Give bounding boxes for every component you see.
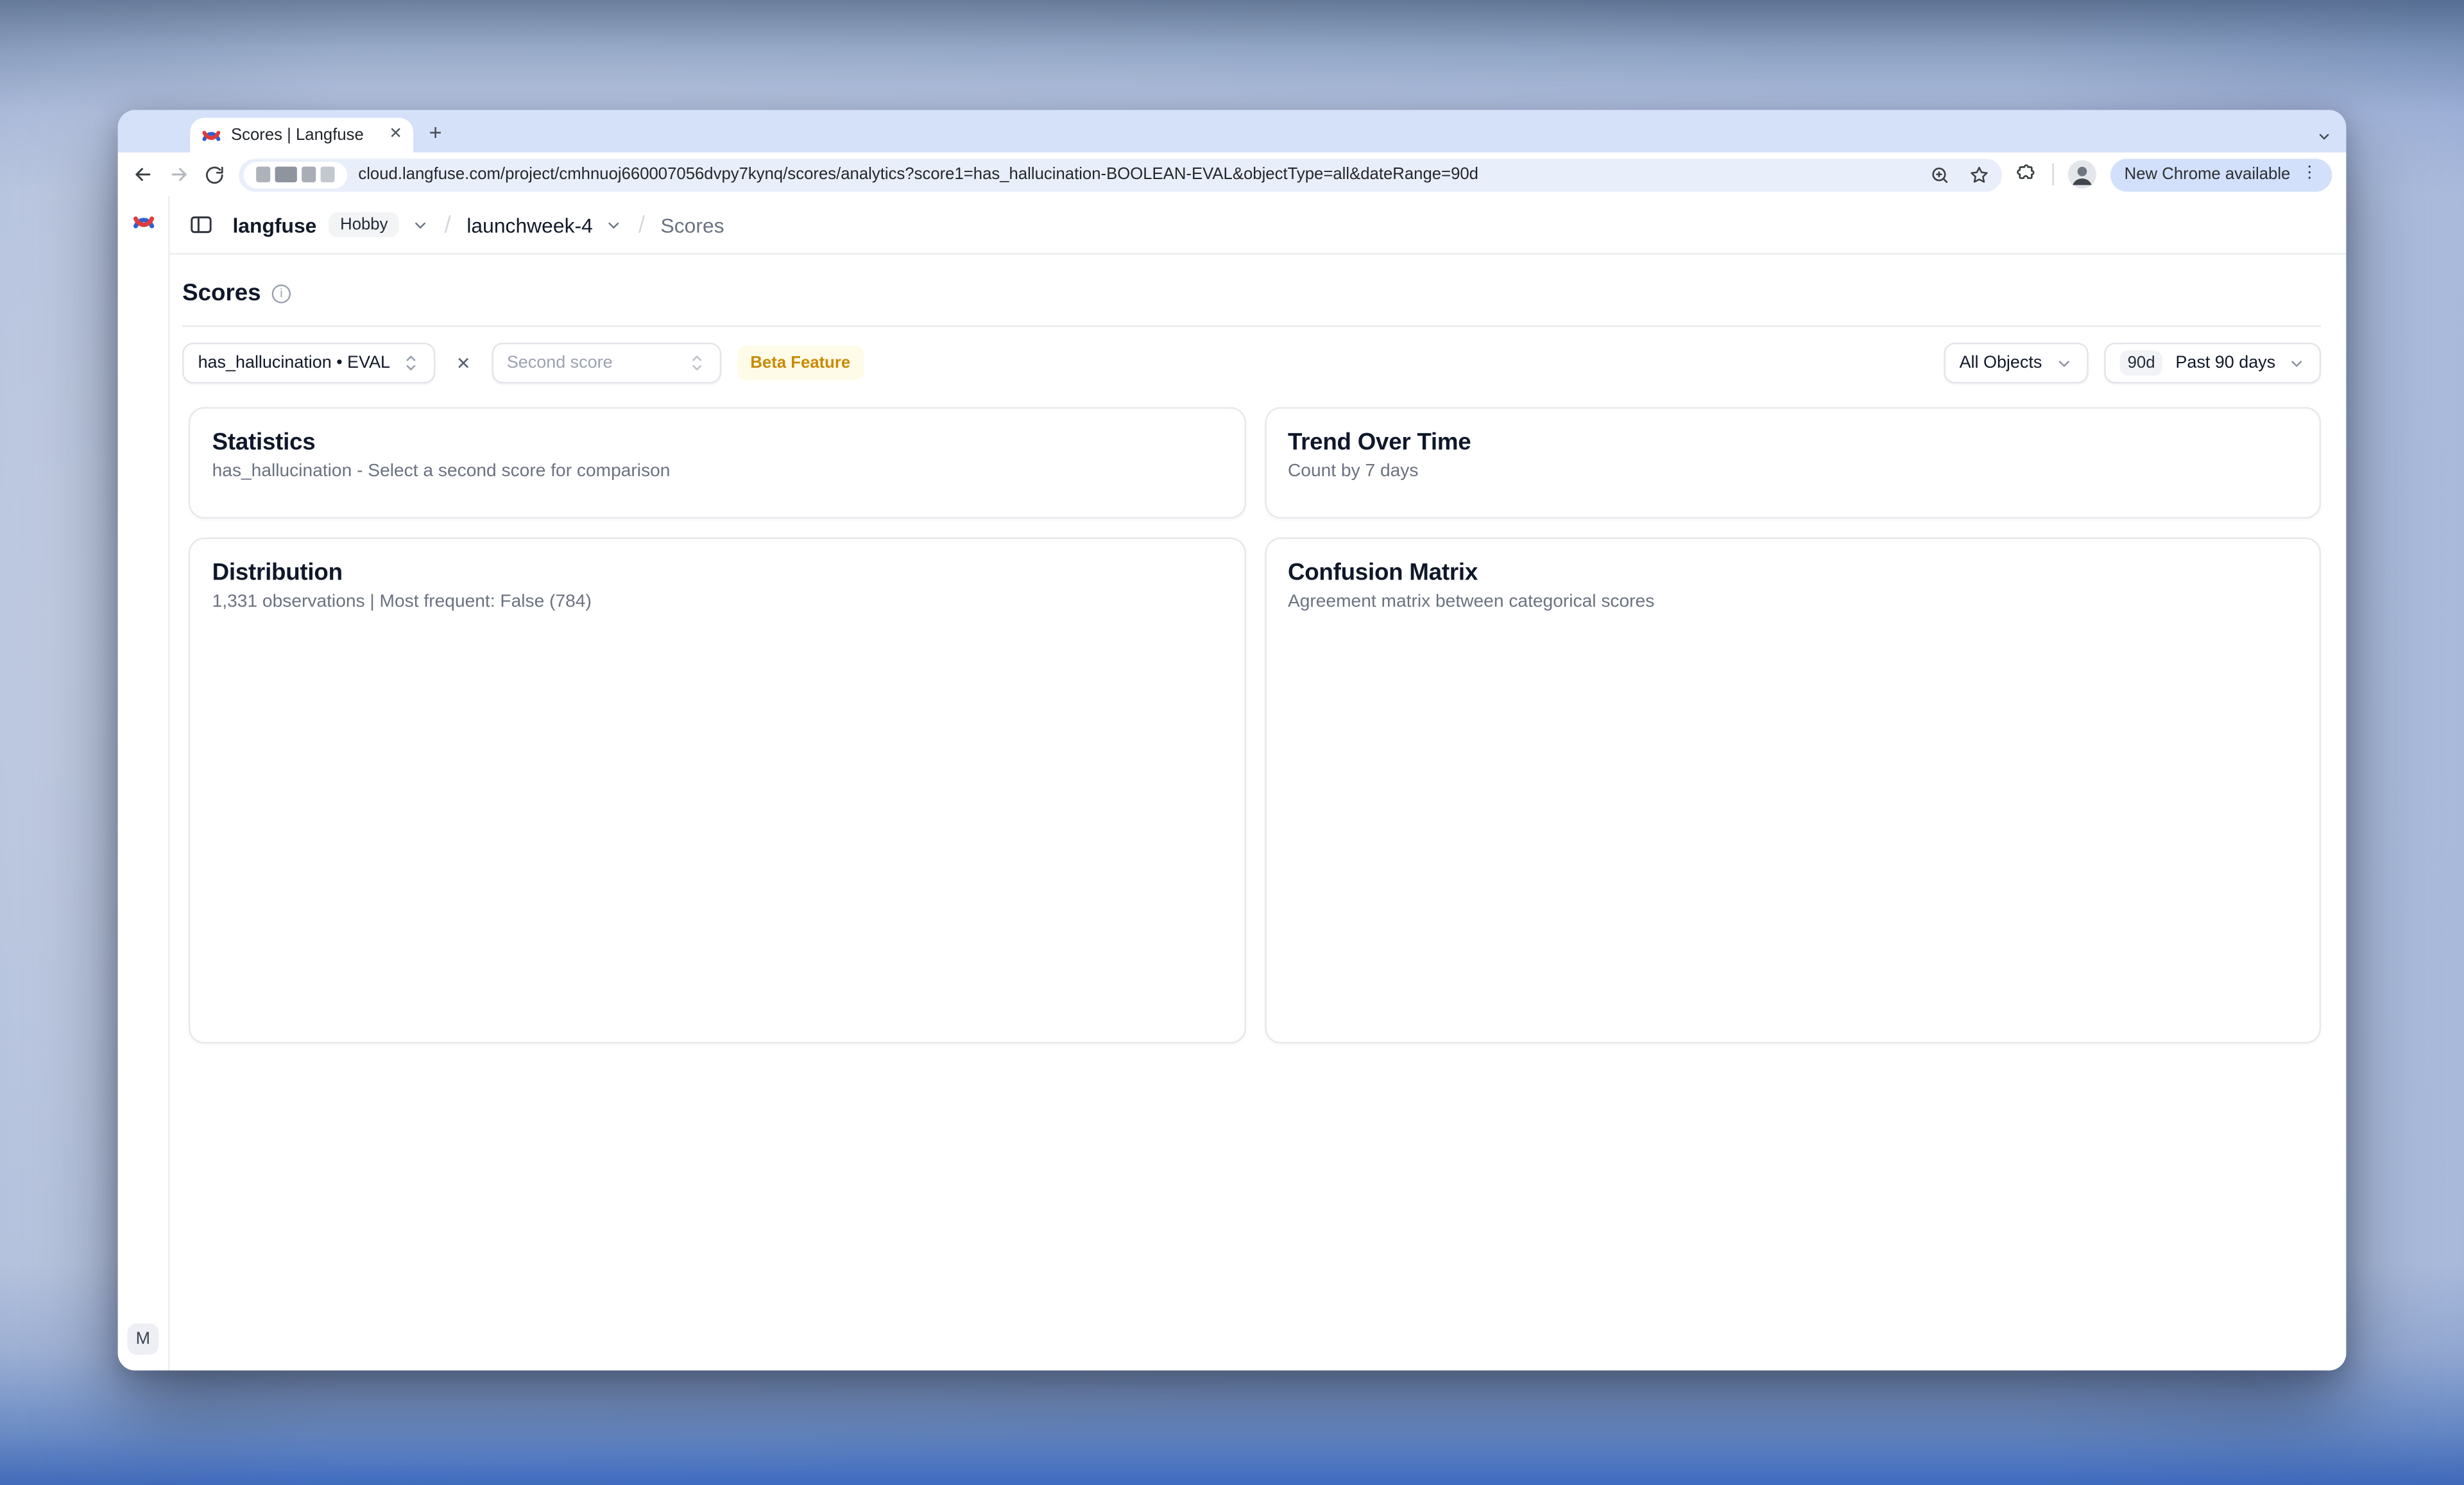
back-icon[interactable] [132,164,154,185]
new-chrome-label: New Chrome available [2125,165,2291,184]
browser-tab-strip: Scores | Langfuse ✕ + [118,110,2347,152]
trend-card: Trend Over Time Count by 7 days [1264,407,2321,519]
main-panel: langfuse Hobby / launchweek-4 / Scores [169,196,2346,1370]
chevron-down-icon [2288,354,2306,372]
profile-avatar[interactable] [2068,160,2096,189]
redacted-site-label [302,167,316,182]
site-permissions-chip[interactable] [244,161,348,188]
second-score-placeholder: Second score [507,354,675,372]
beta-feature-badge: Beta Feature [736,346,864,381]
date-range-select[interactable]: 90d Past 90 days [2104,343,2321,384]
langfuse-logo [131,210,155,242]
distribution-title: Distribution [212,560,1222,587]
breadcrumb-separator: / [445,211,451,238]
confusion-title: Confusion Matrix [1288,560,2297,587]
score1-value: has_hallucination • EVAL [198,354,391,372]
range-code-chip: 90d [2119,350,2162,375]
browser-tab[interactable]: Scores | Langfuse ✕ [190,118,413,153]
distribution-subtitle: 1,331 observations | Most frequent: Fals… [212,592,1222,611]
toolbar-separator [2052,164,2053,185]
url-text[interactable]: cloud.langfuse.com/project/cmhnuoj660007… [358,165,1918,184]
redacted-site-label [321,167,335,182]
page-title: Scores [182,280,261,307]
close-window-button[interactable] [133,123,151,140]
range-label: Past 90 days [2175,354,2275,372]
address-bar[interactable]: cloud.langfuse.com/project/cmhnuoj660007… [239,158,2001,191]
langfuse-app: M langfuse Hobby / launchweek-4 [118,196,2347,1370]
sidebar-toggle-icon[interactable] [189,212,214,237]
browser-window: Scores | Langfuse ✕ + [118,110,2347,1370]
project-name[interactable]: launchweek-4 [466,213,592,237]
chevron-down-icon [2055,354,2073,372]
minimize-window-button[interactable] [162,123,179,140]
project-chevron-down-icon[interactable] [605,216,622,234]
org-chevron-down-icon[interactable] [411,216,429,234]
org-name[interactable]: langfuse [232,213,316,237]
tab-title: Scores | Langfuse [231,126,380,144]
sidebar-rail: M [118,196,170,1370]
confusion-subtitle: Agreement matrix between categorical sco… [1288,592,2297,611]
bookmark-star-icon[interactable] [1969,164,1989,185]
reload-icon[interactable] [204,164,225,185]
distribution-card: Distribution 1,331 observations | Most f… [189,538,1245,1044]
langfuse-favicon [201,125,221,146]
trend-subtitle: Count by 7 days [1288,462,2297,481]
trend-title: Trend Over Time [1288,429,2297,456]
redacted-site-label [275,167,297,182]
zoom-page-icon[interactable] [1929,164,1950,185]
tab-close-icon[interactable]: ✕ [389,127,402,142]
redacted-site-icon [256,167,270,182]
object-type-select[interactable]: All Objects [1944,343,2088,384]
browser-toolbar: cloud.langfuse.com/project/cmhnuoj660007… [118,153,2347,197]
second-score-select[interactable]: Second score [491,343,721,384]
score1-select[interactable]: has_hallucination • EVAL [182,343,436,384]
plan-badge: Hobby [329,212,399,237]
new-chrome-available-button[interactable]: New Chrome available ⋮ [2110,158,2332,191]
app-header: langfuse Hobby / launchweek-4 / Scores [169,196,2346,255]
filter-row: has_hallucination • EVAL ✕ Second score [182,343,2321,384]
remove-score-button[interactable]: ✕ [452,353,475,373]
info-icon: i [272,284,291,302]
tab-bar [182,325,2321,327]
breadcrumb-separator: / [638,211,645,238]
user-avatar-badge[interactable]: M [127,1323,158,1355]
desktop: Scores | Langfuse ✕ + [0,0,2464,1485]
statistics-title: Statistics [212,429,1222,456]
new-tab-button[interactable]: + [429,121,442,143]
chevrons-updown-icon [687,354,705,372]
confusion-matrix-card: Confusion Matrix Agreement matrix betwee… [1264,538,2321,1044]
forward-icon[interactable] [168,164,190,185]
breadcrumb-page: Scores [661,213,724,237]
statistics-card: Statistics has_hallucination - Select a … [189,407,1245,519]
page-content: Scores i has_hallucination • EVAL ✕ [169,255,2346,1371]
chevrons-updown-icon [403,354,420,372]
extensions-icon[interactable] [2016,164,2038,185]
browser-menu-dots-icon[interactable]: ⋮ [2302,171,2318,177]
tab-search-chevron-icon[interactable] [2316,124,2332,152]
statistics-subtitle: has_hallucination - Select a second scor… [212,462,1222,481]
object-type-value: All Objects [1960,354,2043,372]
